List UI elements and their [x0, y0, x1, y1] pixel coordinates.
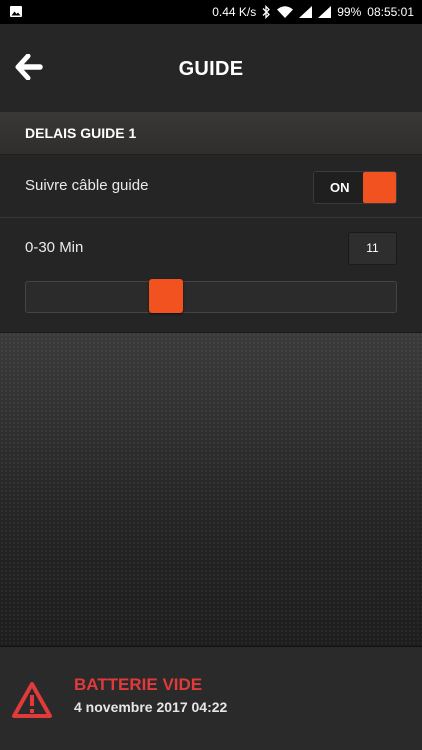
- guide-cable-toggle[interactable]: ON: [313, 171, 397, 204]
- wifi-icon: [277, 6, 294, 18]
- alert-date: 4 novembre 2017 04:22: [74, 699, 228, 715]
- section-title: DELAIS GUIDE 1: [25, 125, 137, 141]
- app-bar: GUIDE: [0, 24, 422, 113]
- background-pattern: [0, 333, 422, 646]
- guide-cable-label: Suivre câble guide: [25, 177, 149, 194]
- alert-title: BATTERIE VIDE: [74, 675, 203, 694]
- bluetooth-icon: [262, 5, 271, 19]
- status-bar: 0.44 K/s 99% 08:55:01: [0, 0, 422, 24]
- image-notification-icon: [10, 6, 22, 17]
- delay-slider-track[interactable]: [25, 281, 397, 313]
- warning-triangle-icon: [12, 682, 52, 718]
- network-speed: 0.44 K/s: [212, 5, 257, 19]
- toggle-state-label: ON: [330, 180, 350, 195]
- clock: 08:55:01: [367, 5, 414, 19]
- signal-icon-2: [318, 6, 332, 18]
- toggle-knob: [363, 172, 396, 203]
- status-right: 0.44 K/s 99% 08:55:01: [212, 0, 414, 24]
- signal-icon: [299, 6, 313, 18]
- delay-label: 0-30 Min: [25, 239, 84, 256]
- battery-percent: 99%: [337, 5, 362, 19]
- alert-bar: [0, 646, 422, 750]
- delay-value: 11: [348, 232, 397, 265]
- delay-slider-thumb[interactable]: [148, 279, 183, 313]
- section-header: DELAIS GUIDE 1: [0, 112, 422, 155]
- screen: 0.44 K/s 99% 08:55:01 GUIDE DELAIS GUIDE…: [0, 0, 422, 750]
- page-title: GUIDE: [178, 58, 244, 80]
